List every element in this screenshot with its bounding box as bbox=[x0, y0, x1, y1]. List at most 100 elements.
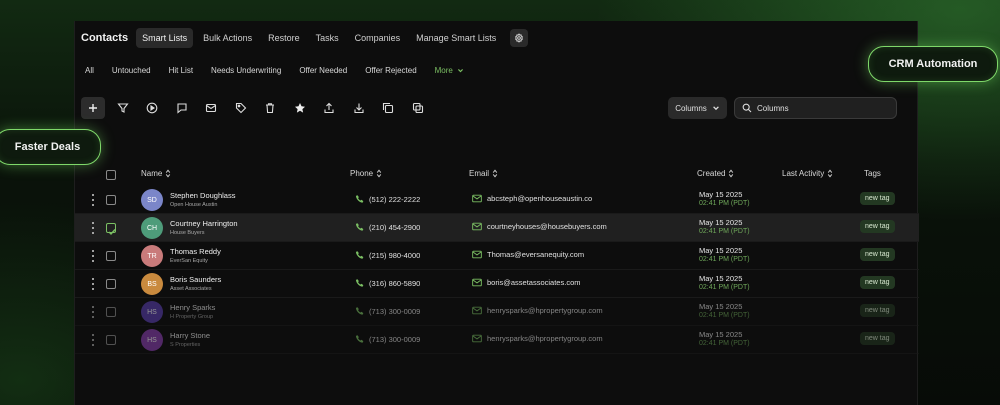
delete-button[interactable] bbox=[258, 97, 282, 119]
contact-phone[interactable]: (316) 860-5890 bbox=[355, 278, 420, 288]
contact-name-block[interactable]: Thomas Reddy EverSan Equity bbox=[170, 247, 221, 264]
created-date: May 15 2025 bbox=[699, 274, 743, 283]
tag-badge[interactable]: new tag bbox=[860, 304, 895, 317]
contact-name: Boris Saunders bbox=[170, 275, 222, 284]
contact-phone[interactable]: (713) 300-0009 bbox=[355, 306, 420, 316]
row-menu-icon[interactable] bbox=[91, 278, 95, 290]
columns-dropdown[interactable]: Columns bbox=[668, 97, 727, 119]
contact-email[interactable]: henrysparks@hpropertygroup.com bbox=[472, 306, 603, 315]
header-created[interactable]: Created bbox=[697, 169, 734, 178]
tag-button[interactable] bbox=[229, 97, 253, 119]
mail-icon bbox=[472, 278, 482, 287]
chat-icon bbox=[176, 103, 187, 114]
created-time: 02:41 PM (PDT) bbox=[699, 284, 750, 291]
filter-untouched[interactable]: Untouched bbox=[112, 64, 151, 77]
page-title: Contacts bbox=[81, 32, 129, 44]
contact-company: EverSan Equity bbox=[170, 258, 208, 264]
contact-name-block[interactable]: Boris Saunders Asset Associates bbox=[170, 275, 221, 292]
row-menu-icon[interactable] bbox=[91, 250, 95, 262]
filter-offer-needed[interactable]: Offer Needed bbox=[299, 64, 347, 77]
funnel-icon bbox=[116, 103, 129, 113]
table-row[interactable]: CH Courtney Harrington House Buyers (210… bbox=[75, 214, 919, 242]
header-last-activity[interactable]: Last Activity bbox=[782, 169, 833, 178]
add-contact-button[interactable] bbox=[81, 97, 105, 119]
tag-badge[interactable]: new tag bbox=[860, 220, 895, 233]
phone-icon bbox=[355, 279, 364, 287]
contact-name: Stephen Doughlass bbox=[170, 191, 236, 200]
table-row[interactable]: SD Stephen Doughlass Open House Austin (… bbox=[75, 186, 919, 214]
tab-smart-lists[interactable]: Smart Lists bbox=[136, 28, 194, 48]
table-row[interactable]: HS Henry Sparks H Property Group (713) 3… bbox=[75, 298, 919, 326]
tag-badge[interactable]: new tag bbox=[860, 248, 895, 261]
contact-phone[interactable]: (512) 222-2222 bbox=[355, 194, 420, 204]
contact-name-block[interactable]: Stephen Doughlass Open House Austin bbox=[170, 191, 235, 208]
tag-badge[interactable]: new tag bbox=[860, 192, 895, 205]
table-row[interactable]: TR Thomas Reddy EverSan Equity (215) 980… bbox=[75, 242, 919, 270]
duplicate-button[interactable] bbox=[376, 97, 400, 119]
tag-badge[interactable]: new tag bbox=[860, 276, 895, 289]
table-row[interactable]: BS Boris Saunders Asset Associates (316)… bbox=[75, 270, 919, 298]
header-tags: Tags bbox=[864, 169, 881, 178]
row-menu-icon[interactable] bbox=[91, 306, 95, 318]
created-cell: May 15 2025 02:41 PM (PDT) bbox=[699, 330, 750, 347]
contact-phone[interactable]: (215) 980-4000 bbox=[355, 250, 420, 260]
tag-badge[interactable]: new tag bbox=[860, 332, 895, 345]
contact-phone[interactable]: (713) 300-0009 bbox=[355, 334, 420, 344]
contact-email[interactable]: Thomas@eversanequity.com bbox=[472, 250, 584, 259]
contact-company: Asset Associates bbox=[170, 286, 212, 292]
play-button[interactable] bbox=[140, 97, 164, 119]
sort-icon bbox=[729, 169, 734, 178]
row-checkbox[interactable] bbox=[106, 223, 116, 236]
contact-name-block[interactable]: Henry Sparks H Property Group bbox=[170, 303, 215, 320]
contact-phone[interactable]: (210) 454-2900 bbox=[355, 222, 420, 232]
filter-offer-rejected[interactable]: Offer Rejected bbox=[365, 64, 416, 77]
tab-bulk-actions[interactable]: Bulk Actions bbox=[197, 28, 258, 48]
row-checkbox[interactable] bbox=[106, 307, 116, 317]
row-checkbox[interactable] bbox=[106, 251, 116, 261]
settings-button[interactable] bbox=[510, 29, 529, 47]
header-phone[interactable]: Phone bbox=[350, 169, 382, 178]
more-label: More bbox=[434, 66, 453, 75]
favorite-button[interactable] bbox=[288, 97, 312, 119]
mail-icon bbox=[472, 194, 482, 203]
row-checkbox[interactable] bbox=[106, 335, 116, 345]
row-menu-icon[interactable] bbox=[91, 194, 95, 206]
message-button[interactable] bbox=[170, 97, 194, 119]
tab-restore[interactable]: Restore bbox=[262, 28, 306, 48]
avatar: BS bbox=[141, 273, 163, 295]
contact-name-block[interactable]: Harry Stone S Properties bbox=[170, 331, 210, 348]
search-field[interactable] bbox=[734, 97, 897, 119]
filter-more-dropdown[interactable]: More bbox=[435, 64, 464, 77]
phone-icon bbox=[355, 195, 364, 203]
table-row[interactable]: HS Harry Stone S Properties (713) 300-00… bbox=[75, 326, 919, 354]
filter-all[interactable]: All bbox=[85, 64, 94, 77]
tab-companies[interactable]: Companies bbox=[349, 28, 407, 48]
header-name[interactable]: Name bbox=[141, 169, 171, 178]
filter-needs-underwriting[interactable]: Needs Underwriting bbox=[211, 64, 281, 77]
contact-email[interactable]: henrysparks@hpropertygroup.com bbox=[472, 334, 603, 343]
mail-icon bbox=[472, 334, 482, 343]
row-checkbox[interactable] bbox=[106, 195, 116, 205]
contact-email[interactable]: courtneyhouses@housebuyers.com bbox=[472, 222, 607, 231]
contact-name-block[interactable]: Courtney Harrington House Buyers bbox=[170, 219, 238, 236]
contacts-panel: Contacts Smart Lists Bulk Actions Restor… bbox=[74, 21, 919, 405]
contact-email[interactable]: boris@assetassociates.com bbox=[472, 278, 580, 287]
row-menu-icon[interactable] bbox=[91, 222, 95, 234]
phone-icon bbox=[355, 223, 364, 231]
filter-hit-list[interactable]: Hit List bbox=[169, 64, 193, 77]
merge-button[interactable] bbox=[406, 97, 430, 119]
contact-name: Courtney Harrington bbox=[170, 219, 238, 228]
export-button[interactable] bbox=[317, 97, 341, 119]
contact-email[interactable]: abcsteph@openhouseaustin.co bbox=[472, 194, 592, 203]
tab-manage-smart-lists[interactable]: Manage Smart Lists bbox=[410, 28, 502, 48]
import-button[interactable] bbox=[347, 97, 371, 119]
row-menu-icon[interactable] bbox=[91, 334, 95, 346]
header-email[interactable]: Email bbox=[469, 169, 498, 178]
row-checkbox[interactable] bbox=[106, 279, 116, 289]
select-all-checkbox[interactable] bbox=[106, 170, 116, 180]
tab-tasks[interactable]: Tasks bbox=[310, 28, 345, 48]
contact-company: House Buyers bbox=[170, 230, 205, 236]
filter-button[interactable] bbox=[111, 97, 135, 119]
search-input[interactable] bbox=[757, 103, 887, 113]
email-button[interactable] bbox=[199, 97, 223, 119]
